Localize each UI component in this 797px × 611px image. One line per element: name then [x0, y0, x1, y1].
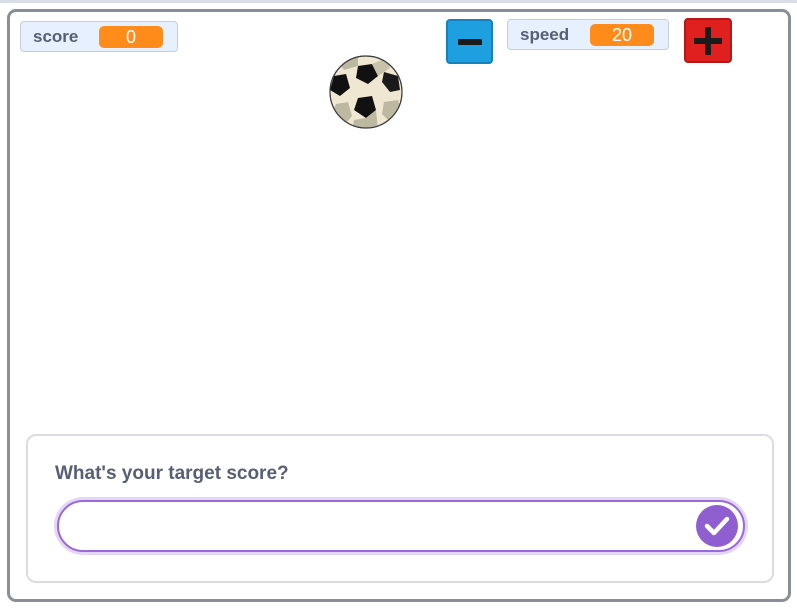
- game-stage[interactable]: score 0 speed 20 What's your target scor…: [7, 9, 791, 602]
- speed-label: speed: [520, 24, 570, 44]
- score-value: 0: [99, 26, 163, 48]
- ask-prompt-box: What's your target score?: [26, 434, 774, 583]
- score-label: score: [33, 26, 79, 46]
- increase-speed-button[interactable]: [684, 18, 732, 63]
- score-monitor: score 0: [20, 21, 178, 52]
- answer-input[interactable]: [57, 500, 745, 552]
- speed-monitor: speed 20: [507, 19, 669, 50]
- minus-icon: [457, 38, 482, 45]
- speed-value: 20: [590, 24, 654, 46]
- decrease-speed-button[interactable]: [446, 19, 493, 64]
- question-text: What's your target score?: [55, 463, 289, 484]
- soccer-ball-icon[interactable]: [328, 54, 404, 130]
- top-divider: [0, 0, 797, 3]
- checkmark-icon: [704, 516, 730, 536]
- answer-field-wrapper: [54, 497, 748, 555]
- submit-answer-button[interactable]: [696, 505, 738, 547]
- plus-icon: [694, 26, 722, 55]
